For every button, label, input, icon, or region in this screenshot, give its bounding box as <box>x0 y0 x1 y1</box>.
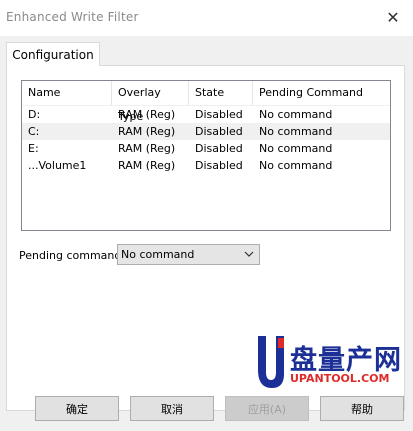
tab-configuration[interactable]: Configuration <box>6 42 100 66</box>
pending-command-label: Pending command: <box>19 249 126 262</box>
cell-name: ...Volume1 <box>28 159 87 172</box>
cell-pending-command: No command <box>259 142 333 155</box>
table-row[interactable]: E: RAM (Reg) Disabled No command <box>22 140 390 157</box>
cell-pending-command: No command <box>259 108 333 121</box>
cell-name: D: <box>28 108 41 121</box>
table-row[interactable]: D: RAM (Reg) Disabled No command <box>22 106 390 123</box>
column-header-state[interactable]: State <box>189 81 253 105</box>
cell-name: E: <box>28 142 39 155</box>
volume-list[interactable]: Name Overlay Type State Pending Command … <box>21 80 391 231</box>
window-title: Enhanced Write Filter <box>6 10 139 24</box>
cell-pending-command: No command <box>259 125 333 138</box>
column-header-pending-command[interactable]: Pending Command <box>253 81 390 105</box>
close-icon: ✕ <box>386 7 400 27</box>
watermark-en-text: UPANTOOL.COM <box>290 372 390 385</box>
cell-pending-command: No command <box>259 159 333 172</box>
title-bar: Enhanced Write Filter ✕ <box>0 0 413 36</box>
cell-overlay-type: RAM (Reg) <box>118 142 176 155</box>
cell-overlay-type: RAM (Reg) <box>118 159 176 172</box>
tab-configuration-label: Configuration <box>12 47 94 62</box>
cell-state: Disabled <box>195 108 243 121</box>
cell-name: C: <box>28 125 40 138</box>
column-header-name[interactable]: Name <box>22 81 112 105</box>
cell-overlay-type: RAM (Reg) <box>118 125 176 138</box>
close-button[interactable]: ✕ <box>373 0 413 34</box>
cell-state: Disabled <box>195 159 243 172</box>
ok-button[interactable]: 确定 <box>35 396 119 421</box>
cell-overlay-type: RAM (Reg) <box>118 108 176 121</box>
pending-command-select[interactable]: No command <box>117 244 260 265</box>
cancel-button[interactable]: 取消 <box>130 396 214 421</box>
watermark-logo-icon <box>254 334 288 395</box>
pending-command-value: No command <box>121 248 195 261</box>
chevron-down-icon <box>243 247 255 261</box>
table-row-selected[interactable]: C: RAM (Reg) Disabled No command <box>22 123 390 140</box>
watermark: 盘量产网 UPANTOOL.COM <box>248 330 413 431</box>
list-header: Name Overlay Type State Pending Command <box>22 81 390 123</box>
column-header-overlay-type[interactable]: Overlay Type <box>112 81 189 123</box>
cell-state: Disabled <box>195 142 243 155</box>
cell-state: Disabled <box>195 125 243 138</box>
table-row[interactable]: ...Volume1 RAM (Reg) Disabled No command <box>22 157 390 174</box>
